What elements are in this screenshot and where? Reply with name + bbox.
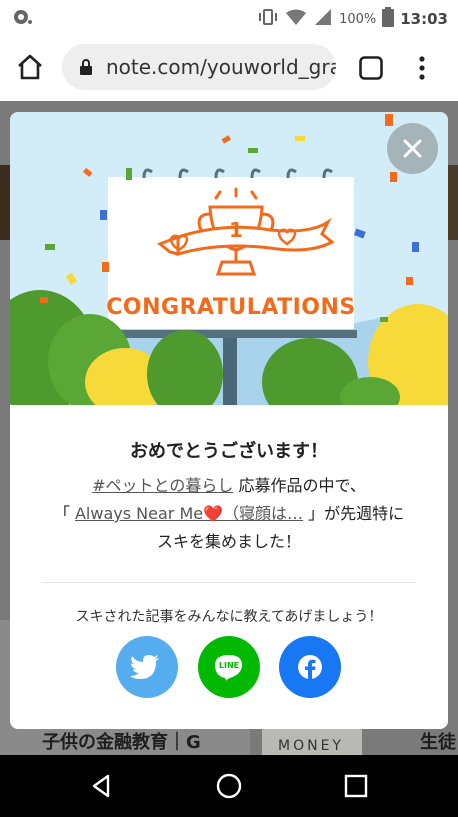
share-line-button[interactable]: LINE <box>198 636 260 698</box>
divider <box>42 582 416 583</box>
home-nav-icon[interactable] <box>215 772 243 800</box>
background-article-title: 生徒 <box>420 732 456 753</box>
share-twitter-button[interactable] <box>116 636 178 698</box>
close-button[interactable] <box>387 123 438 174</box>
modal-title: おめでとうございます！ <box>130 441 328 462</box>
background-thumbnail-money: MONEY <box>262 728 362 755</box>
signal-icon <box>313 8 333 30</box>
back-icon[interactable] <box>88 772 116 800</box>
congratulations-modal: 1 CONGRATULATIONS おめでとうございます！ #ペットとの暮らし … <box>10 112 448 729</box>
battery-percent: 100% <box>339 11 377 27</box>
android-nav-bar <box>0 755 458 817</box>
congratulations-illustration: 1 CONGRATULATIONS <box>10 112 448 426</box>
message-line-1: #ペットとの暮らし 応募作品の中で、 <box>10 472 448 500</box>
twitter-icon <box>130 655 159 679</box>
trophy-number: 1 <box>229 218 243 242</box>
lock-icon <box>78 58 94 80</box>
share-prompt: スキされた記事をみんなに教えてあげましょう！ <box>75 609 383 625</box>
browser-toolbar: note.com/youworld_grar <box>0 33 458 101</box>
message-line-3: スキを集めました！ <box>156 532 301 551</box>
message-line-2: 「 Always Near Me❤️（寝顔は… 」が先週特に <box>10 500 448 528</box>
close-icon <box>403 139 422 158</box>
wifi-icon <box>285 8 307 30</box>
recents-icon[interactable] <box>342 772 370 800</box>
status-time: 13:03 <box>400 10 448 28</box>
hashtag-link[interactable]: #ペットとの暮らし <box>92 476 233 495</box>
line-icon: LINE <box>215 655 242 681</box>
facebook-icon <box>298 655 322 679</box>
battery-icon <box>382 7 395 31</box>
message-text: 」が先週特に <box>303 504 405 523</box>
notification-icon <box>12 8 34 30</box>
modal-message: #ペットとの暮らし 応募作品の中で、 「 Always Near Me❤️（寝顔… <box>10 472 448 556</box>
message-text: 応募作品の中で、 <box>233 476 366 495</box>
article-link[interactable]: Always Near Me❤️（寝顔は… <box>75 504 303 523</box>
background-article-title: 子供の金融教育｜G <box>42 732 201 753</box>
url-text: note.com/youworld_grar <box>106 55 336 79</box>
url-bar[interactable]: note.com/youworld_grar <box>62 44 336 90</box>
status-bar: 100% 13:03 <box>0 0 458 33</box>
tabs-icon[interactable] <box>358 55 384 81</box>
message-text: 「 <box>53 504 75 523</box>
line-logo-text: LINE <box>219 661 239 670</box>
vibrate-icon <box>257 8 279 30</box>
home-icon[interactable] <box>14 51 46 83</box>
more-vert-icon[interactable] <box>412 53 432 83</box>
background-thumbnail <box>448 165 458 240</box>
share-facebook-button[interactable] <box>279 636 341 698</box>
congratulations-banner-text: CONGRATULATIONS <box>106 295 355 320</box>
